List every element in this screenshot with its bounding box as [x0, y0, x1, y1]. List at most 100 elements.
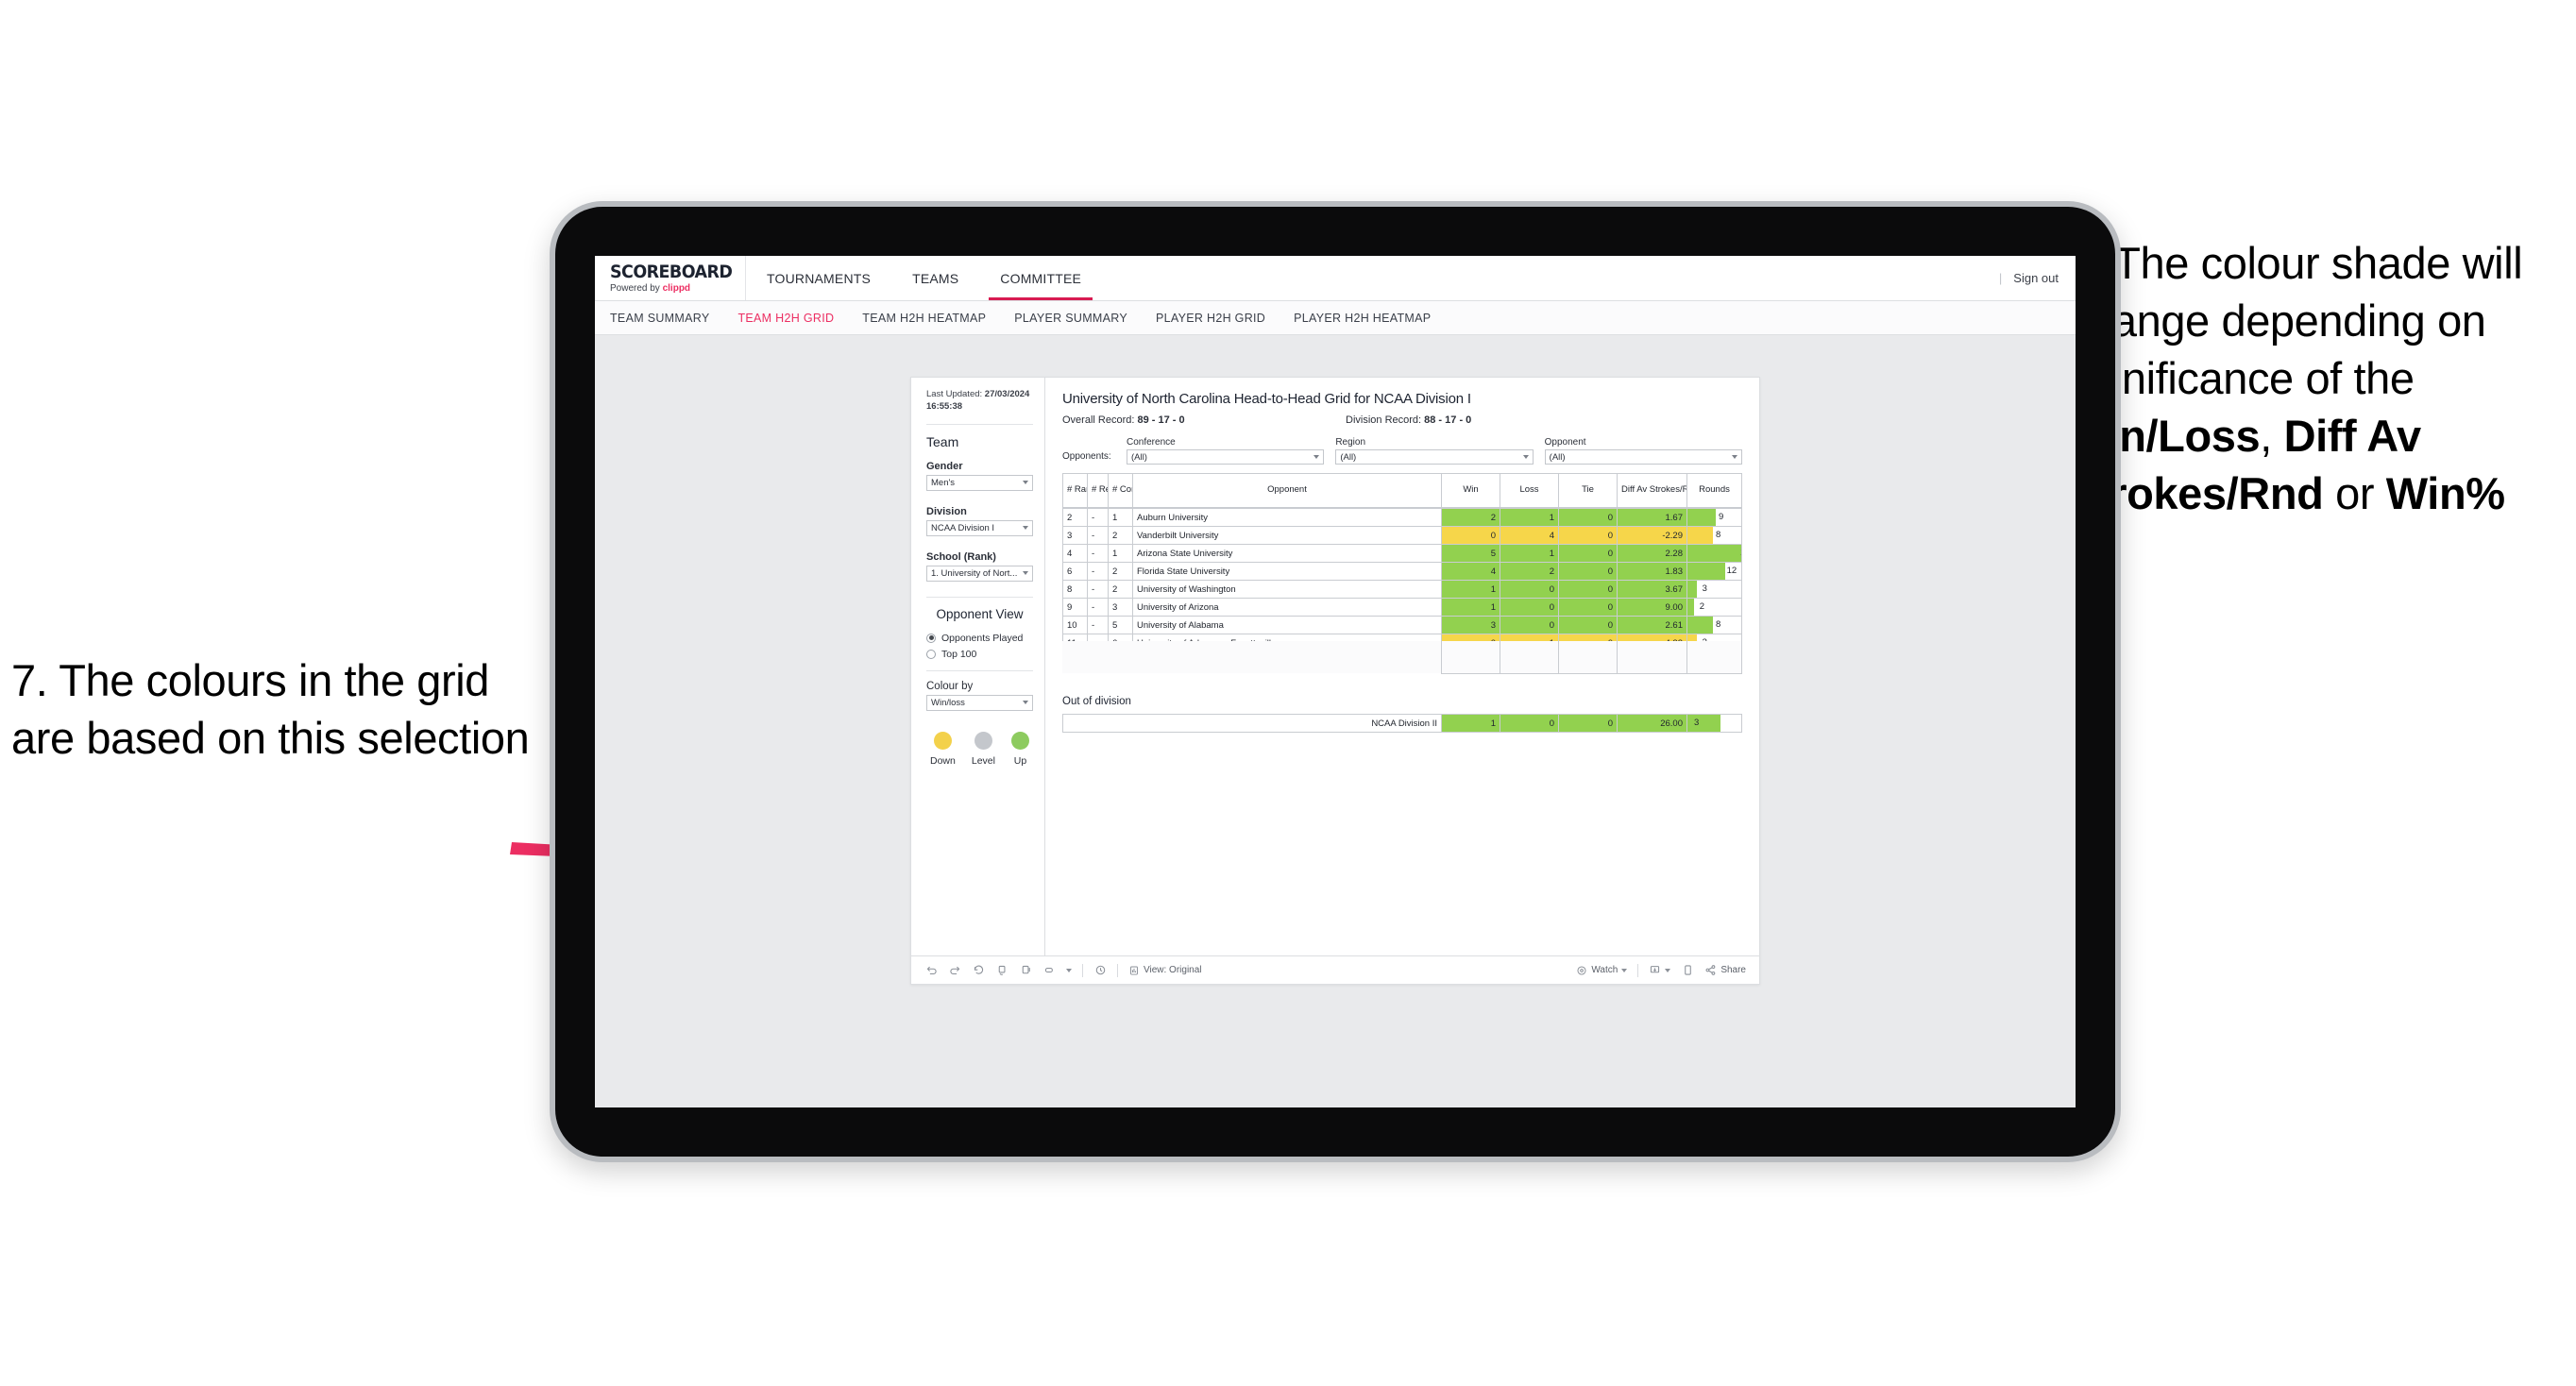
nav-teams[interactable]: TEAMS — [891, 256, 979, 300]
cell-reg: - — [1087, 634, 1109, 641]
table-row[interactable]: 10-5 University of Alabama 3 0 0 2.61 8 — [1062, 616, 1742, 634]
table-row[interactable]: 3-2 Vanderbilt University 0 4 0 -2.29 8 — [1062, 526, 1742, 545]
table-row[interactable]: 4-1Arizona State University5102.2817 — [1062, 544, 1742, 563]
cell-win: 4 — [1441, 562, 1500, 581]
filler-cell — [1558, 641, 1618, 674]
rounds-value: 2 — [1699, 601, 1705, 612]
opponent-view-heading: Opponent View — [936, 606, 1024, 621]
cell-opponent: Auburn University — [1132, 508, 1442, 527]
table-row[interactable]: 11-6University of Arkansas, Fayetteville… — [1062, 634, 1742, 641]
col-diff: Diff Av Strokes/Rnd — [1617, 473, 1687, 508]
logo-brand: clippd — [662, 282, 691, 294]
cell-conf: 3 — [1108, 598, 1133, 617]
filler-cell — [1108, 641, 1132, 673]
filler-cell — [1441, 641, 1500, 674]
filter-opponent: Opponent (All) — [1544, 437, 1742, 465]
chevron-down-icon — [1023, 701, 1028, 705]
radio-top-100[interactable]: Top 100 — [926, 649, 1033, 660]
clock-icon[interactable] — [1093, 964, 1107, 977]
filter-conference-select[interactable]: (All) — [1127, 449, 1325, 465]
nav-tournaments[interactable]: TOURNAMENTS — [746, 256, 891, 300]
cell-tie: 0 — [1558, 634, 1618, 641]
last-updated: Last Updated: 27/03/2024 16:55:38 — [926, 389, 1033, 414]
cell-rank: 10 — [1062, 616, 1088, 634]
cell-conf: 2 — [1108, 580, 1133, 599]
refresh-icon[interactable] — [995, 964, 1008, 977]
h2h-grid[interactable]: # Rank # Reg # Conf Opponent Win Loss Ti… — [1062, 473, 1742, 675]
secondary-nav: TEAM SUMMARY TEAM H2H GRID TEAM H2H HEAT… — [595, 301, 2076, 335]
out-of-division-table: NCAA Division II 1 0 0 26.00 3 — [1062, 714, 1742, 733]
filler-cell — [1087, 641, 1108, 673]
filter-opponent-label: Opponent — [1544, 437, 1586, 448]
pause-icon[interactable] — [1019, 964, 1032, 977]
revert-icon[interactable] — [972, 964, 985, 977]
device-preview-icon[interactable] — [1681, 964, 1694, 977]
records-row: Overall Record: 89 - 17 - 0 Division Rec… — [1062, 414, 1742, 426]
cell-rank: 9 — [1062, 598, 1088, 617]
rounds-value: 17 — [1691, 546, 1741, 561]
radio-opponents-played-label: Opponents Played — [941, 632, 1024, 644]
chevron-down-icon[interactable] — [1066, 968, 1072, 972]
legend-dot-down — [933, 731, 952, 750]
app-logo[interactable]: SCOREBOARD Powered by clippd — [595, 256, 746, 300]
cell-tie: 0 — [1558, 580, 1618, 599]
watch-button[interactable]: Watch — [1576, 965, 1628, 976]
col-tie: Tie — [1558, 473, 1618, 508]
division-record: Division Record: 88 - 17 - 0 — [1346, 414, 1629, 426]
out-of-division-rounds-value: 3 — [1694, 718, 1700, 728]
radio-opponents-played[interactable]: Opponents Played — [926, 633, 1033, 644]
dashboard-main: University of North Carolina Head-to-Hea… — [1045, 378, 1759, 955]
share-button[interactable]: Share — [1704, 964, 1746, 976]
download-button[interactable] — [1649, 964, 1671, 976]
page-title: University of North Carolina Head-to-Hea… — [1062, 391, 1471, 407]
subnav-player-summary[interactable]: PLAYER SUMMARY — [1014, 312, 1127, 325]
annotation-right-bold3: Win% — [2385, 468, 2505, 519]
colour-by-select[interactable]: Win/loss — [926, 694, 1033, 711]
cell-win: 1 — [1441, 598, 1500, 617]
cell-diff: -2.29 — [1617, 526, 1687, 545]
table-row[interactable]: 2-1 Auburn University 2 1 0 1.67 9 — [1062, 508, 1742, 527]
legend-dot-level — [974, 731, 992, 750]
ipad-bezel: SCOREBOARD Powered by clippd TOURNAMENTS… — [555, 207, 2115, 1157]
subnav-team-h2h-heatmap[interactable]: TEAM H2H HEATMAP — [862, 312, 986, 325]
topbar-divider: | — [1998, 271, 2003, 285]
legend-item-up: Up — [1011, 731, 1029, 767]
cell-loss: 1 — [1500, 508, 1559, 527]
rounds-value: 8 — [1716, 619, 1721, 630]
school-select[interactable]: 1. University of Nort... — [926, 565, 1033, 582]
h2h-grid-scroll-area[interactable]: 2-1 Auburn University 2 1 0 1.67 9 3-2 Vanderbil… — [1062, 508, 1742, 641]
sign-out-link[interactable]: Sign out — [2013, 271, 2059, 285]
chevron-down-icon — [1023, 481, 1028, 485]
subnav-player-h2h-heatmap[interactable]: PLAYER H2H HEATMAP — [1294, 312, 1431, 325]
cell-rounds: 3 — [1686, 634, 1742, 641]
subnav-team-h2h-grid[interactable]: TEAM H2H GRID — [737, 312, 834, 325]
redo-icon[interactable] — [948, 964, 961, 977]
col-reg: # Reg — [1087, 473, 1109, 508]
last-updated-label: Last Updated: — [926, 389, 985, 399]
filter-opponent-select[interactable]: (All) — [1544, 449, 1742, 465]
gender-select[interactable]: Men's — [926, 474, 1033, 491]
highlight-icon[interactable] — [1042, 964, 1056, 977]
h2h-grid-empty-space — [1062, 641, 1742, 675]
undo-icon[interactable] — [924, 964, 938, 977]
legend-label-level: Level — [971, 754, 995, 767]
cell-tie: 0 — [1558, 598, 1618, 617]
cell-diff: 2.61 — [1617, 616, 1687, 634]
table-row[interactable]: 6-2 Florida State University 4 2 0 1.83 12 — [1062, 562, 1742, 581]
table-row[interactable]: 8-2 University of Washington 1 0 0 3.67 3 — [1062, 580, 1742, 599]
colour-by-value: Win/loss — [931, 697, 965, 708]
opponent-filters: Opponents: Conference (All) Region (All)… — [1062, 437, 1742, 465]
filter-conference-value: (All) — [1131, 451, 1147, 463]
view-original-button[interactable]: View: Original — [1128, 965, 1202, 976]
nav-committee[interactable]: COMMITTEE — [979, 256, 1102, 300]
filters-sidebar: Last Updated: 27/03/2024 16:55:38 Team G… — [911, 378, 1045, 955]
rounds-value: 8 — [1716, 530, 1721, 540]
subnav-player-h2h-grid[interactable]: PLAYER H2H GRID — [1156, 312, 1265, 325]
division-select[interactable]: NCAA Division I — [926, 519, 1033, 536]
chevron-down-icon — [1621, 968, 1628, 972]
table-row[interactable]: 9-3 University of Arizona 1 0 0 9.00 2 — [1062, 598, 1742, 617]
subnav-team-summary[interactable]: TEAM SUMMARY — [610, 312, 709, 325]
cell-diff: 9.00 — [1617, 598, 1687, 617]
filter-region-select[interactable]: (All) — [1335, 449, 1534, 465]
team-section-heading: Team — [926, 433, 959, 449]
